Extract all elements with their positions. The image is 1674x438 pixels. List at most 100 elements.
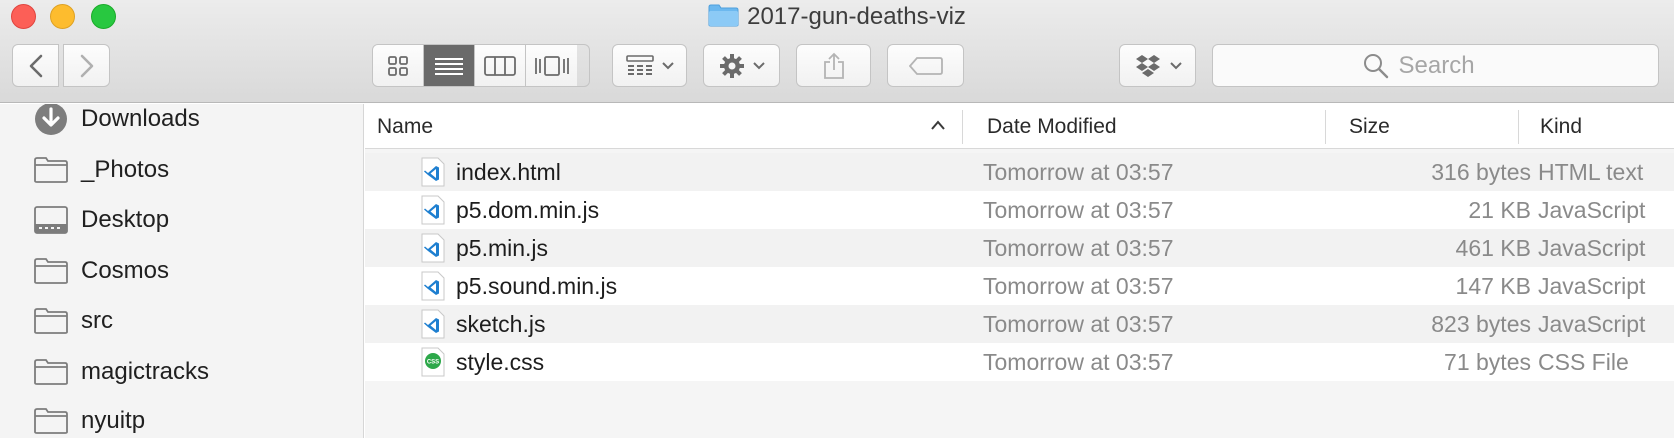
sidebar-item-src[interactable]: src <box>32 301 113 341</box>
column-view-button[interactable] <box>475 45 526 86</box>
file-kind: CSS File <box>1538 349 1629 375</box>
share-button[interactable] <box>796 44 871 87</box>
vscode-file-icon <box>421 309 445 339</box>
file-name: p5.min.js <box>456 235 549 261</box>
file-row[interactable]: p5.sound.min.js Tomorrow at 03:57 147 KB… <box>365 267 1674 305</box>
file-size: 147 KB <box>1455 273 1531 299</box>
list-view-button[interactable] <box>424 45 475 86</box>
gear-icon <box>719 53 744 78</box>
icon-view-button[interactable] <box>373 45 424 86</box>
file-list: Name Date Modified Size Kind index.html … <box>365 104 1674 438</box>
view-mode-control <box>372 44 590 87</box>
file-kind: JavaScript <box>1538 235 1646 261</box>
dropbox-icon <box>1135 54 1160 77</box>
sidebar-item-label: Cosmos <box>81 257 170 284</box>
search-field[interactable] <box>1212 44 1659 87</box>
file-row[interactable]: p5.dom.min.js Tomorrow at 03:57 21 KB Ja… <box>365 191 1674 229</box>
sidebar-item-label: Downloads <box>81 105 200 132</box>
folder-icon <box>32 306 69 336</box>
column-divider[interactable] <box>1325 110 1326 144</box>
css-file-icon: CSS <box>421 347 445 377</box>
column-header-size[interactable]: Size <box>1349 104 1390 149</box>
file-date: Tomorrow at 03:57 <box>983 197 1174 223</box>
vscode-file-icon <box>421 233 445 263</box>
arrange-button[interactable] <box>612 44 687 87</box>
file-name: p5.sound.min.js <box>456 273 618 299</box>
desktop-folder-icon <box>32 205 69 235</box>
column-header-kind[interactable]: Kind <box>1540 104 1582 149</box>
dropbox-button[interactable] <box>1119 44 1196 87</box>
file-kind: JavaScript <box>1538 311 1646 337</box>
folder-icon <box>708 4 739 27</box>
file-date: Tomorrow at 03:57 <box>983 273 1174 299</box>
sidebar-item-magictracks[interactable]: magictracks <box>32 352 209 392</box>
edit-tags-button[interactable] <box>887 44 964 87</box>
column-view-icon <box>484 55 516 76</box>
vscode-file-icon <box>421 271 445 301</box>
file-name: style.css <box>456 349 545 375</box>
chevron-down-icon <box>661 61 674 69</box>
action-button[interactable] <box>703 44 780 87</box>
file-date: Tomorrow at 03:57 <box>983 311 1174 337</box>
file-row[interactable]: sketch.js Tomorrow at 03:57 823 bytes Ja… <box>365 305 1674 343</box>
forward-button[interactable] <box>63 44 110 87</box>
file-size: 71 bytes <box>1444 349 1531 375</box>
file-row[interactable]: p5.min.js Tomorrow at 03:57 461 KB JavaS… <box>365 229 1674 267</box>
sidebar-item-label: _Photos <box>81 156 170 183</box>
back-button[interactable] <box>12 44 59 87</box>
column-header-row: Name Date Modified Size Kind <box>365 104 1674 149</box>
file-size: 316 bytes <box>1431 159 1531 185</box>
chevron-down-icon <box>1169 61 1182 69</box>
sidebar-item-cosmos[interactable]: Cosmos <box>32 251 169 291</box>
folder-icon <box>32 357 69 387</box>
sidebar-item-label: magictracks <box>81 358 210 385</box>
file-size: 21 KB <box>1468 197 1531 223</box>
sidebar-item-label: src <box>81 307 113 334</box>
file-date: Tomorrow at 03:57 <box>983 235 1174 261</box>
folder-icon <box>32 256 69 286</box>
search-input[interactable] <box>1398 51 1509 80</box>
cover-flow-view-button[interactable] <box>526 45 577 86</box>
sidebar-item-label: nyuitp <box>81 407 146 434</box>
sidebar-item-photos[interactable]: _Photos <box>32 150 169 190</box>
share-icon <box>823 52 844 79</box>
file-date: Tomorrow at 03:57 <box>983 349 1174 375</box>
list-view-icon <box>435 57 463 75</box>
file-name: sketch.js <box>456 311 546 337</box>
window-title-text: 2017-gun-deaths-viz <box>747 3 966 30</box>
chevron-left-icon <box>29 54 42 77</box>
file-kind: HTML text <box>1538 159 1644 185</box>
column-header-date[interactable]: Date Modified <box>987 104 1117 149</box>
column-divider[interactable] <box>962 110 963 144</box>
sidebar-item-nyuitp[interactable]: nyuitp <box>32 401 145 438</box>
column-divider[interactable] <box>1518 110 1519 144</box>
search-icon <box>1363 53 1388 78</box>
sidebar-item-label: Desktop <box>81 206 170 233</box>
window-title: 2017-gun-deaths-viz <box>0 3 1674 31</box>
file-name: index.html <box>456 159 561 185</box>
file-row[interactable]: CSS style.css Tomorrow at 03:57 71 bytes… <box>365 343 1674 381</box>
vscode-file-icon <box>421 195 445 225</box>
downloads-icon <box>32 104 69 135</box>
chevron-down-icon <box>752 61 765 69</box>
file-size: 823 bytes <box>1431 311 1531 337</box>
file-row[interactable]: index.html Tomorrow at 03:57 316 bytes H… <box>365 153 1674 191</box>
folder-icon <box>32 155 69 185</box>
file-name: p5.dom.min.js <box>456 197 600 223</box>
file-size: 461 KB <box>1455 235 1531 261</box>
column-header-name[interactable]: Name <box>377 104 433 149</box>
cover-flow-icon <box>534 55 569 76</box>
sidebar: Downloads _Photos Desktop Cosmos src mag… <box>0 104 364 438</box>
sort-ascending-icon <box>931 120 945 130</box>
file-date: Tomorrow at 03:57 <box>983 159 1174 185</box>
file-kind: JavaScript <box>1538 273 1646 299</box>
svg-text:CSS: CSS <box>427 360 439 366</box>
vscode-file-icon <box>421 157 445 187</box>
icon-view-icon <box>388 55 408 76</box>
chevron-right-icon <box>80 54 93 77</box>
window-toolbar: 2017-gun-deaths-viz <box>0 0 1674 103</box>
arrange-icon <box>625 54 654 75</box>
sidebar-item-downloads[interactable]: Downloads <box>32 104 200 139</box>
sidebar-item-desktop[interactable]: Desktop <box>32 200 169 240</box>
folder-icon <box>32 406 69 436</box>
